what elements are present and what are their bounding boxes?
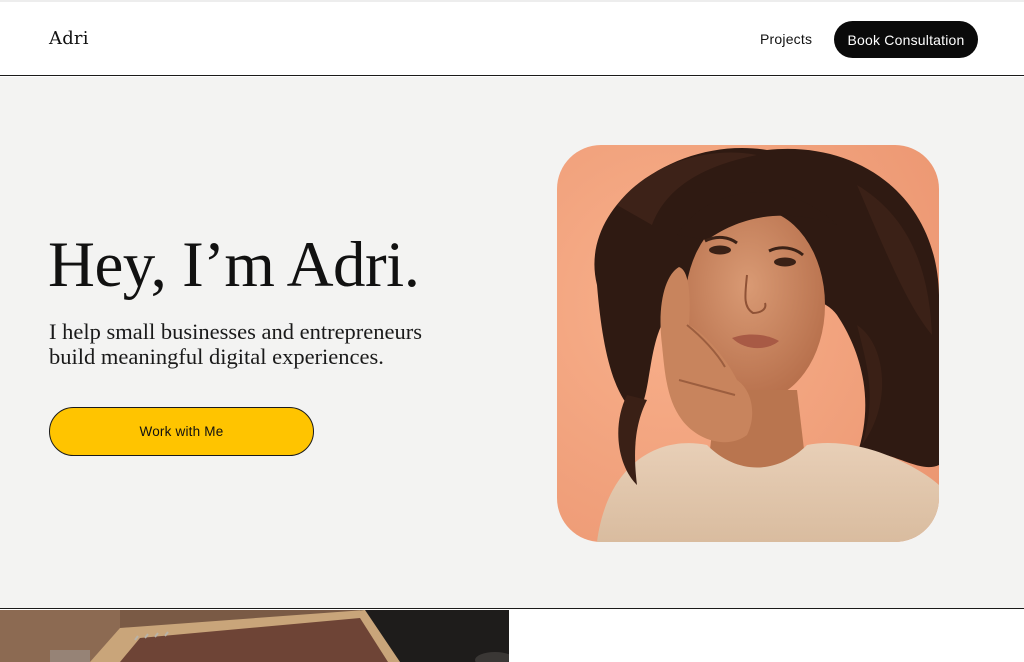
notebook-illustration [0, 610, 509, 662]
portrait-photo [557, 145, 939, 542]
site-logo[interactable]: Adri [49, 28, 89, 49]
notebook-desk-photo [0, 610, 509, 662]
site-header: Adri Projects Book Consultation [0, 2, 1024, 76]
hero-subtitle-line-1: I help small businesses and entrepreneur… [49, 319, 423, 344]
next-section [0, 610, 1024, 662]
hero-subtitle-line-2: build meaningful digital experiences. [49, 344, 384, 369]
nav-link-projects[interactable]: Projects [760, 31, 812, 47]
hero-section: Hey, I’m Adri. I help small businesses a… [0, 77, 1024, 609]
hero-title: Hey, I’m Adri. [48, 229, 420, 301]
book-consultation-button[interactable]: Book Consultation [834, 21, 978, 58]
portrait-illustration [557, 145, 939, 542]
hero-subtitle: I help small businesses and entrepreneur… [49, 319, 469, 369]
work-with-me-button[interactable]: Work with Me [49, 407, 314, 456]
